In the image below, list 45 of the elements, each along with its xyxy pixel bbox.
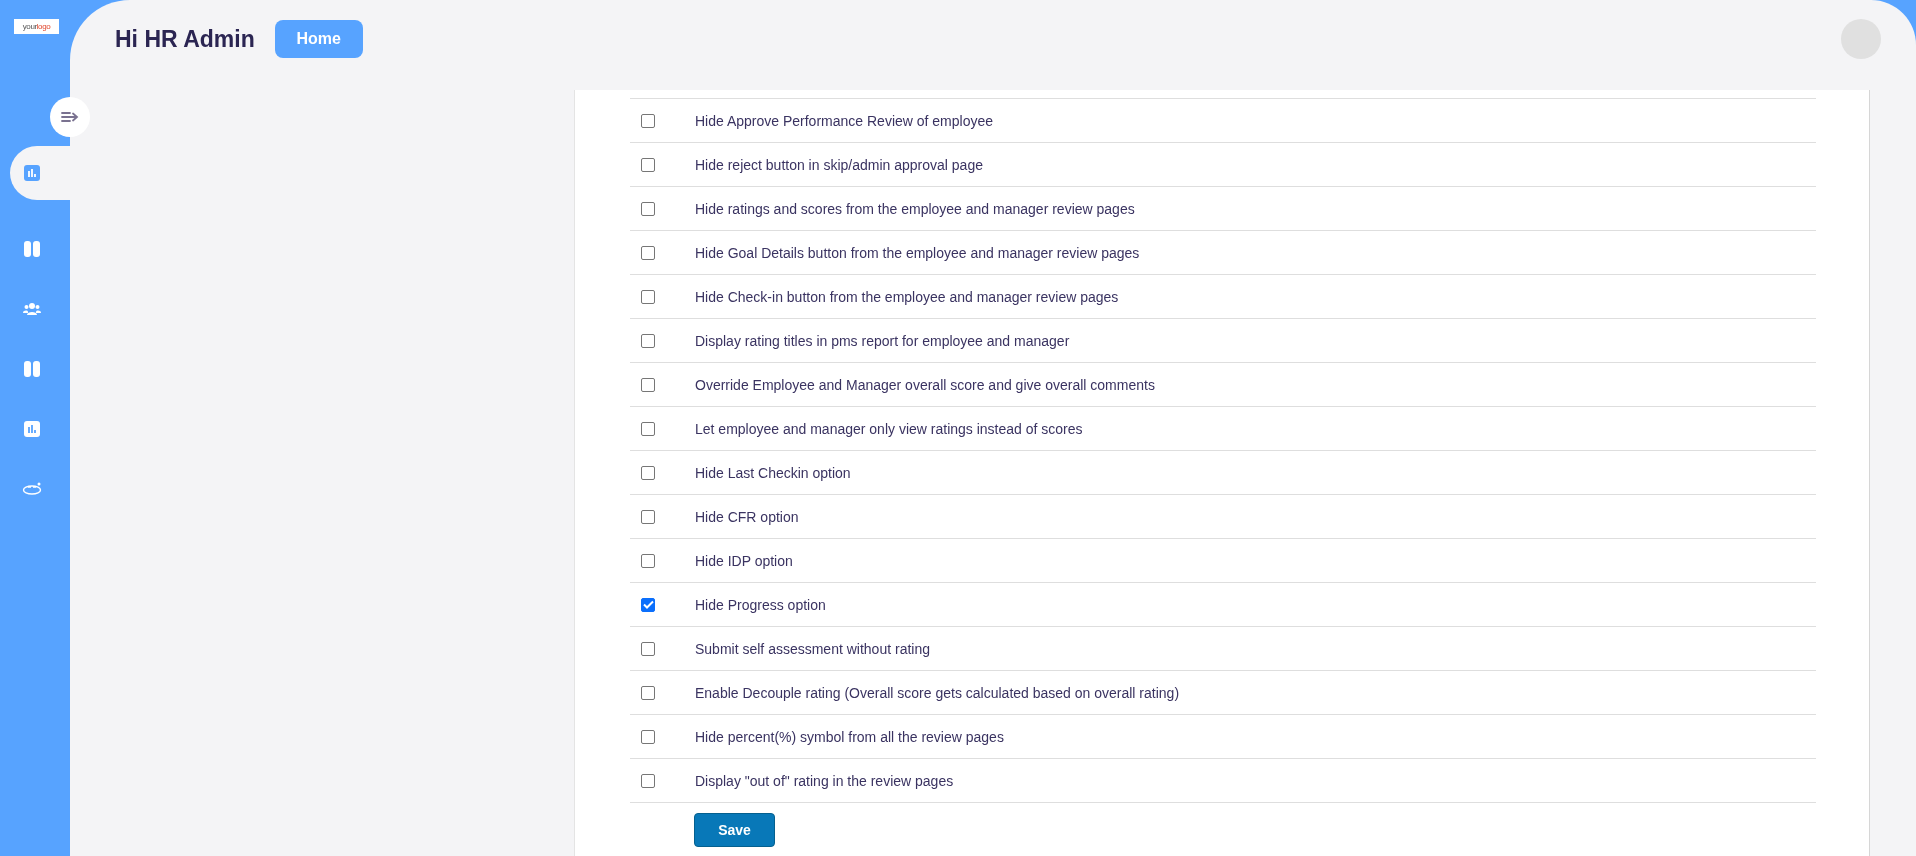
chart-icon — [24, 165, 40, 181]
checkbox[interactable] — [641, 421, 655, 436]
checkbox[interactable] — [641, 553, 655, 568]
setting-label: Display rating titles in pms report for employee and manager — [695, 332, 1070, 349]
setting-label: Enable Decouple rating (Overall score gets calculated based on overall rating) — [695, 684, 1180, 701]
save-button[interactable]: Save — [694, 813, 775, 847]
setting-label: Hide Goal Details button from the employee and manager review pages — [695, 244, 1140, 261]
panel-icon — [24, 361, 40, 377]
checkbox[interactable] — [641, 641, 655, 656]
setting-label: Hide Progress option — [695, 596, 826, 613]
checkbox[interactable] — [641, 113, 655, 128]
checkbox[interactable] — [641, 245, 655, 260]
setting-label: Let employee and manager only view ratings instead of scores — [695, 420, 1083, 437]
checkbox[interactable] — [641, 333, 655, 348]
logo: yourlogo — [14, 19, 59, 34]
checkbox[interactable] — [641, 729, 655, 744]
rotation-icon — [22, 482, 42, 496]
checkbox[interactable] — [641, 377, 655, 392]
chart-icon — [24, 421, 40, 437]
checkbox[interactable] — [641, 773, 655, 788]
checkbox[interactable] — [641, 509, 655, 524]
setting-label: Hide IDP option — [695, 552, 793, 569]
checkbox[interactable] — [641, 157, 655, 172]
checkbox[interactable] — [641, 597, 655, 612]
greeting-title: Hi HR Admin — [115, 25, 255, 53]
expand-icon — [61, 111, 79, 123]
sidebar-item[interactable] — [10, 146, 70, 200]
checkbox[interactable] — [641, 289, 655, 304]
sidebar-toggle-button[interactable] — [50, 97, 90, 137]
setting-label: Display "out of" rating in the review pages — [695, 772, 954, 789]
setting-label: Override Employee and Manager overall score and give overall comments — [695, 376, 1155, 393]
people-icon — [23, 302, 41, 316]
setting-label: Submit self assessment without rating — [695, 640, 930, 657]
setting-label: Hide Approve Performance Review of employee — [695, 112, 994, 129]
setting-label: Hide Last Checkin option — [695, 464, 851, 481]
setting-label: Hide reject button in skip/admin approval page — [695, 156, 983, 173]
setting-label: Hide Check-in button from the employee and manager review pages — [695, 288, 1119, 305]
checkbox[interactable] — [641, 465, 655, 480]
checkbox[interactable] — [641, 201, 655, 216]
home-button[interactable]: Home — [274, 20, 363, 58]
checkbox[interactable] — [641, 685, 655, 700]
setting-label: Hide CFR option — [695, 508, 799, 525]
setting-label: Hide percent(%) symbol from all the review pages — [695, 728, 1004, 745]
setting-label: Hide ratings and scores from the employee and manager review pages — [695, 200, 1135, 217]
panel-icon — [24, 241, 40, 257]
